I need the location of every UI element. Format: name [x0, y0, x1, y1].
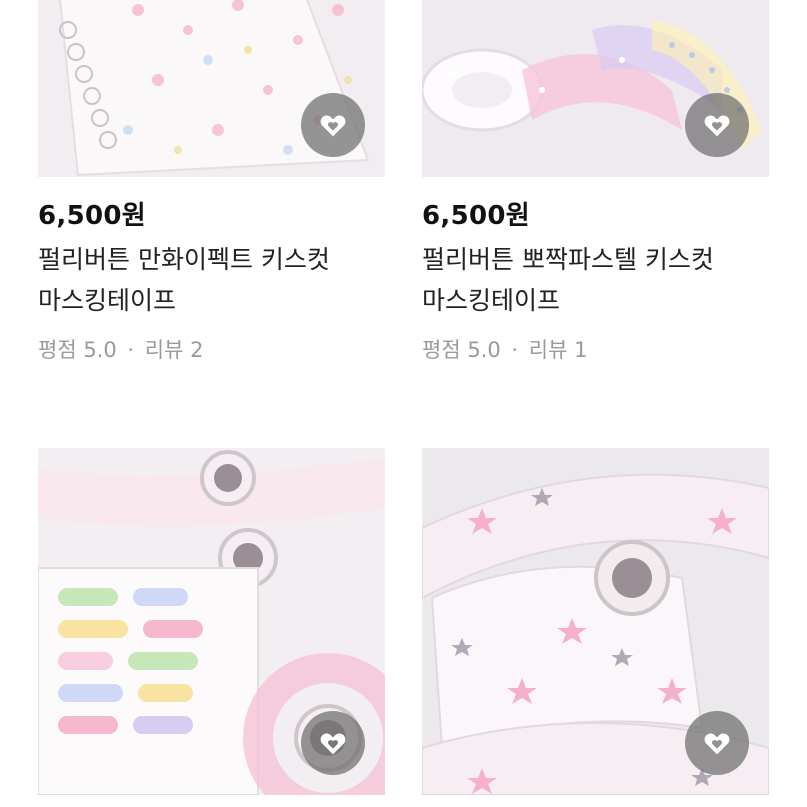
- product-card[interactable]: 6,500원 펄리버튼 뽀짝파스텔 키스컷 마스킹테이프 평점 5.0 · 리뷰…: [422, 0, 769, 365]
- product-price: 6,500원: [422, 201, 530, 231]
- like-button[interactable]: [301, 711, 365, 775]
- heart-outline-icon: [320, 733, 346, 755]
- like-button[interactable]: [685, 711, 749, 775]
- product-rating-meta: 평점 5.0 · 리뷰 2: [38, 335, 385, 365]
- product-rating-meta: 평점 5.0 · 리뷰 1: [422, 335, 769, 365]
- like-button[interactable]: [301, 93, 365, 157]
- review-count: 리뷰 1: [528, 338, 588, 362]
- product-title[interactable]: 펄리버튼 뽀짝파스텔 키스컷 마스킹테이프: [422, 239, 769, 321]
- meta-separator: ·: [511, 338, 519, 362]
- product-title-line: 마스킹테이프: [422, 286, 561, 315]
- rating-label: 평점 5.0: [422, 338, 501, 362]
- product-card[interactable]: 6,500원 펄리버튼 만화이펙트 키스컷 마스킹테이프 평점 5.0 · 리뷰…: [38, 0, 385, 365]
- product-image[interactable]: [422, 0, 769, 177]
- meta-separator: ·: [127, 338, 135, 362]
- product-image[interactable]: [38, 448, 385, 795]
- product-grid: 6,500원 펄리버튼 만화이펙트 키스컷 마스킹테이프 평점 5.0 · 리뷰…: [0, 0, 807, 807]
- heart-outline-icon: [320, 115, 346, 137]
- product-card[interactable]: [38, 448, 385, 795]
- product-title-line: 펄리버튼 만화이펙트 키스컷: [38, 245, 330, 274]
- like-button[interactable]: [685, 93, 749, 157]
- product-card[interactable]: [422, 448, 769, 795]
- product-title[interactable]: 펄리버튼 만화이펙트 키스컷 마스킹테이프: [38, 239, 385, 321]
- heart-outline-icon: [704, 733, 730, 755]
- product-price: 6,500원: [38, 201, 146, 231]
- heart-outline-icon: [704, 115, 730, 137]
- product-image[interactable]: [422, 448, 769, 795]
- review-count: 리뷰 2: [144, 338, 204, 362]
- product-image[interactable]: [38, 0, 385, 177]
- product-title-line: 마스킹테이프: [38, 286, 177, 315]
- product-title-line: 펄리버튼 뽀짝파스텔 키스컷: [422, 245, 714, 274]
- rating-label: 평점 5.0: [38, 338, 117, 362]
